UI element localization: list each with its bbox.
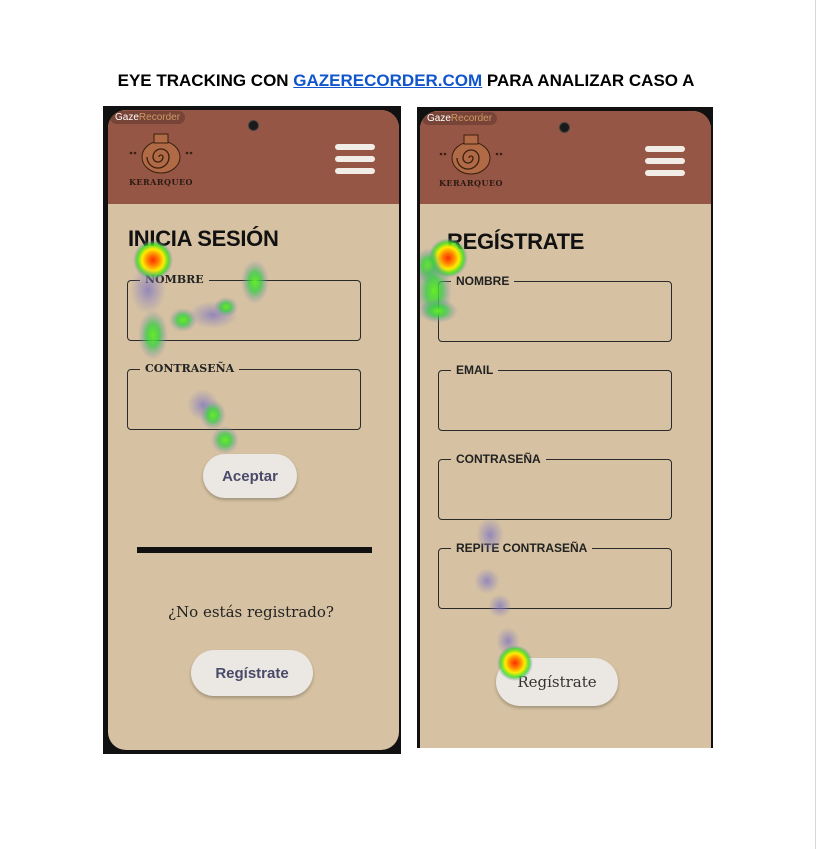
brand-name: KERARQUEO (128, 177, 194, 187)
register-button[interactable]: Regístrate (496, 658, 618, 706)
watermark-part1: Gaze (427, 113, 451, 124)
register-screen: KERARQUEO REGÍSTRATE NOMBRE EMAIL CONTRA… (420, 111, 711, 748)
register-screenshot: KERARQUEO REGÍSTRATE NOMBRE EMAIL CONTRA… (417, 107, 713, 748)
password-field[interactable]: CONTRASEÑA (127, 361, 361, 430)
name-field[interactable]: NOMBRE (438, 273, 672, 342)
repeat-password-field-label: REPITE CONTRASEÑA (451, 540, 593, 556)
watermark-part1: Gaze (115, 112, 139, 123)
brand-name: KERARQUEO (438, 178, 504, 188)
heat-spot (496, 627, 520, 655)
register-title: REGÍSTRATE (447, 229, 585, 254)
email-field-label: EMAIL (451, 362, 499, 378)
document-title: EYE TRACKING CON GAZERECORDER.COM PARA A… (0, 71, 812, 91)
login-title: INICIA SESIÓN (128, 226, 279, 251)
repeat-password-field[interactable]: REPITE CONTRASEÑA (438, 540, 672, 609)
name-field[interactable]: NOMBRE (127, 272, 361, 341)
hamburger-menu-icon[interactable] (645, 146, 685, 178)
gazerecorder-link[interactable]: GAZERECORDER.COM (293, 71, 482, 90)
pottery-vase-icon (129, 133, 193, 174)
camera-dot (248, 120, 259, 131)
title-suffix: PARA ANALIZAR CASO A (482, 71, 695, 90)
gazerecorder-watermark: GazeRecorder (110, 111, 186, 124)
page-edge (815, 0, 816, 849)
register-link-button[interactable]: Regístrate (191, 650, 313, 696)
password-field[interactable]: CONTRASEÑA (438, 451, 672, 520)
section-divider (137, 547, 372, 553)
hamburger-menu-icon[interactable] (335, 144, 375, 176)
not-registered-question: ¿No estás registrado? (168, 603, 334, 621)
app-header: KERARQUEO (108, 110, 399, 204)
password-field-label: CONTRASEÑA (451, 451, 546, 467)
login-screen: KERARQUEO INICIA SESIÓN NOMBRE CONTRASEÑ… (108, 110, 399, 750)
camera-dot (559, 122, 570, 133)
name-field-label: NOMBRE (140, 272, 209, 288)
login-screenshot: KERARQUEO INICIA SESIÓN NOMBRE CONTRASEÑ… (103, 106, 401, 754)
kerarqueo-logo: KERARQUEO (126, 128, 196, 187)
title-prefix: EYE TRACKING CON (117, 71, 294, 90)
heat-spot (211, 426, 239, 454)
password-field-label: CONTRASEÑA (140, 361, 240, 377)
email-field[interactable]: EMAIL (438, 362, 672, 431)
watermark-part2: Recorder (138, 112, 181, 123)
kerarqueo-logo: KERARQUEO (436, 129, 506, 188)
accept-button[interactable]: Aceptar (203, 454, 297, 498)
gazerecorder-watermark: GazeRecorder (422, 112, 498, 125)
name-field-label: NOMBRE (451, 273, 515, 289)
heat-spot (420, 248, 442, 284)
pottery-vase-icon (439, 134, 503, 175)
watermark-part2: Recorder (450, 113, 493, 124)
